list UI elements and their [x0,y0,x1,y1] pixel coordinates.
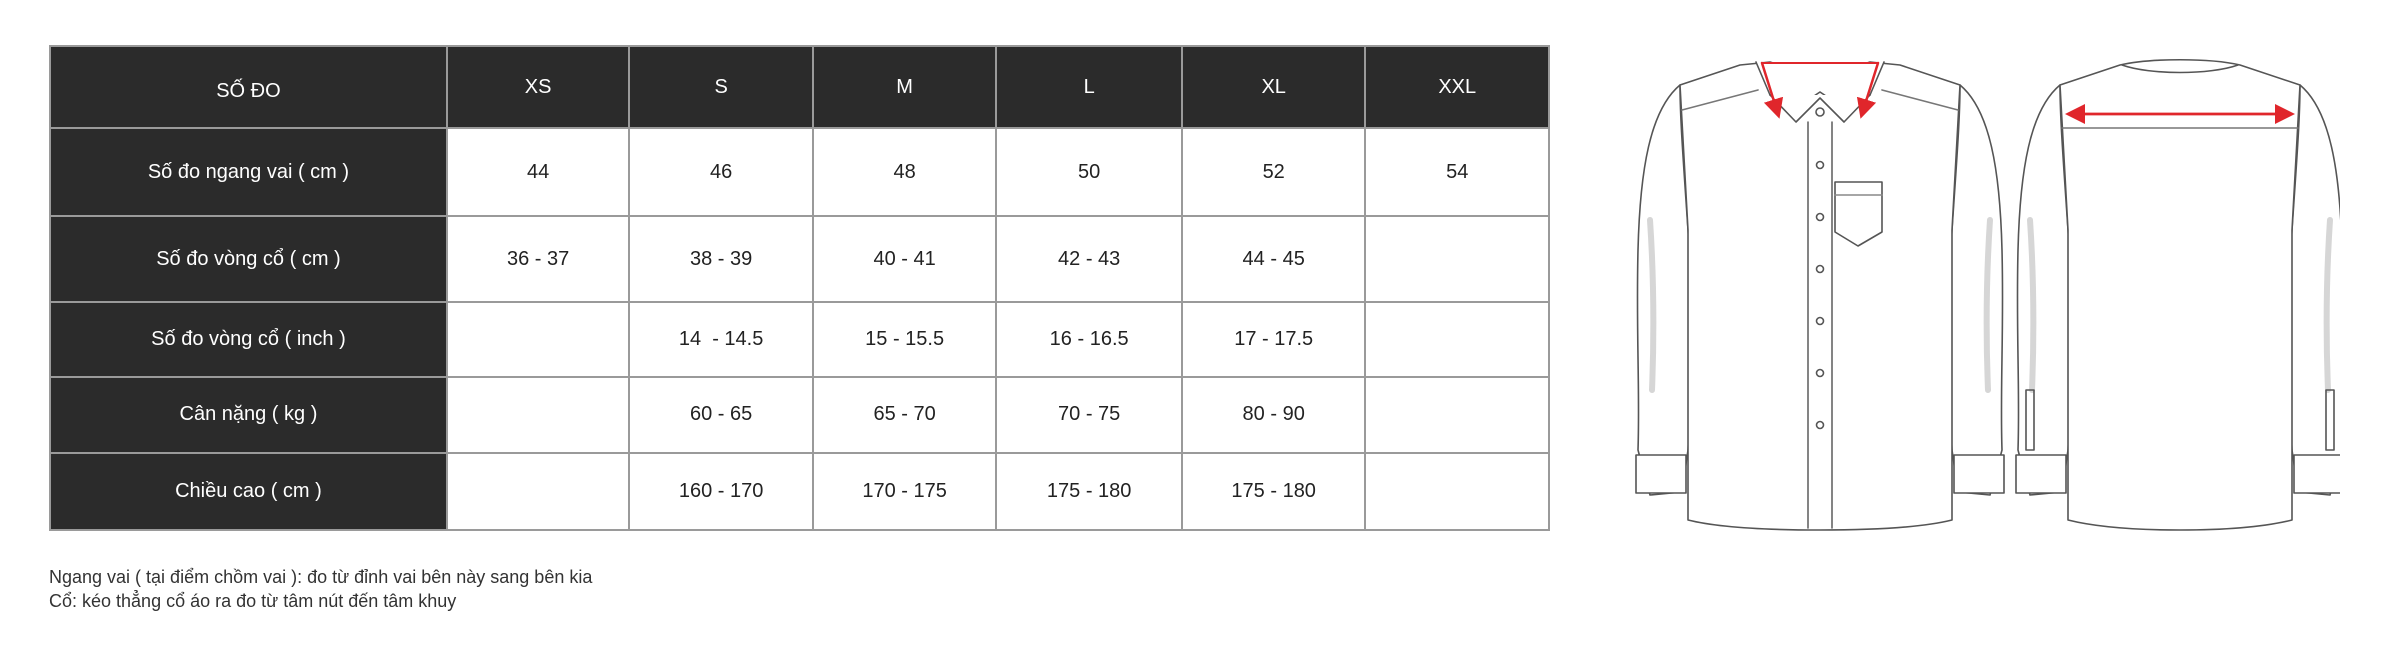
shirt-illustration [1635,58,2340,531]
table-cell [1364,215,1550,303]
table-cell: 50 [995,126,1183,218]
table-header-row: SỐ ĐO XS S M L XL XXL [49,45,1550,129]
table-cell: 60 - 65 [628,376,814,454]
table-cell: 48 [811,126,998,218]
table-cell [1364,451,1550,532]
table-cell: 16 - 16.5 [995,300,1183,379]
row-label: Số đo vòng cổ ( inch ) [49,300,448,379]
table-cell: 36 - 37 [445,215,631,303]
table-cell: 17 - 17.5 [1180,300,1367,379]
row-label: Số đo ngang vai ( cm ) [49,126,448,218]
shirt-front-icon [1635,61,2005,531]
table-cell [445,300,631,379]
table-cell: 46 [628,126,814,218]
table-cell: 42 - 43 [995,215,1183,303]
note-collar: Cổ: kéo thẳng cổ áo ra đo từ tâm nút đến… [49,591,457,611]
table-cell [1364,300,1550,379]
table-cell: 170 - 175 [811,451,998,532]
header-size-m: M [811,45,998,129]
table-cell: 175 - 180 [995,451,1183,532]
table-cell [445,451,631,532]
table-cell: 15 - 15.5 [811,300,998,379]
table-cell: 14 - 14.5 [628,300,814,379]
table-row: Chiều cao ( cm ) 160 - 170 170 - 175 175… [49,451,1550,532]
row-label: Cân nặng ( kg ) [49,376,448,454]
table-cell: 52 [1180,126,1367,218]
row-label: Số đo vòng cổ ( cm ) [49,215,448,303]
table-cell: 80 - 90 [1180,376,1367,454]
table-cell: 54 [1364,126,1550,218]
note-shoulder: Ngang vai ( tại điểm chồm vai ): đo từ đ… [49,567,593,587]
table-cell [1364,376,1550,454]
header-size-xs: XS [445,45,631,129]
shirt-back-icon [2015,58,2340,531]
table-row: Số đo vòng cổ ( inch ) 14 - 14.5 15 - 15… [49,300,1550,379]
table-cell: 40 - 41 [811,215,998,303]
table-cell: 44 [445,126,631,218]
table-cell: 175 - 180 [1180,451,1367,532]
table-cell [445,376,631,454]
table-row: Số đo vòng cổ ( cm ) 36 - 37 38 - 39 40 … [49,215,1550,303]
row-label: Chiều cao ( cm ) [49,451,448,532]
header-measurement: SỐ ĐO [49,45,448,129]
table-row: Cân nặng ( kg ) 60 - 65 65 - 70 70 - 75 … [49,376,1550,454]
header-size-s: S [628,45,814,129]
table-cell: 160 - 170 [628,451,814,532]
table-cell: 38 - 39 [628,215,814,303]
size-chart-table: SỐ ĐO XS S M L XL XXL Số đo ngang vai ( … [49,45,1550,532]
header-size-xxl: XXL [1364,45,1550,129]
table-cell: 70 - 75 [995,376,1183,454]
table-cell: 65 - 70 [811,376,998,454]
table-row: Số đo ngang vai ( cm ) 44 46 48 50 52 54 [49,126,1550,218]
header-size-xl: XL [1180,45,1367,129]
measurement-notes: Ngang vai ( tại điểm chồm vai ): đo từ đ… [49,565,592,613]
header-size-l: L [995,45,1183,129]
table-cell: 44 - 45 [1180,215,1367,303]
